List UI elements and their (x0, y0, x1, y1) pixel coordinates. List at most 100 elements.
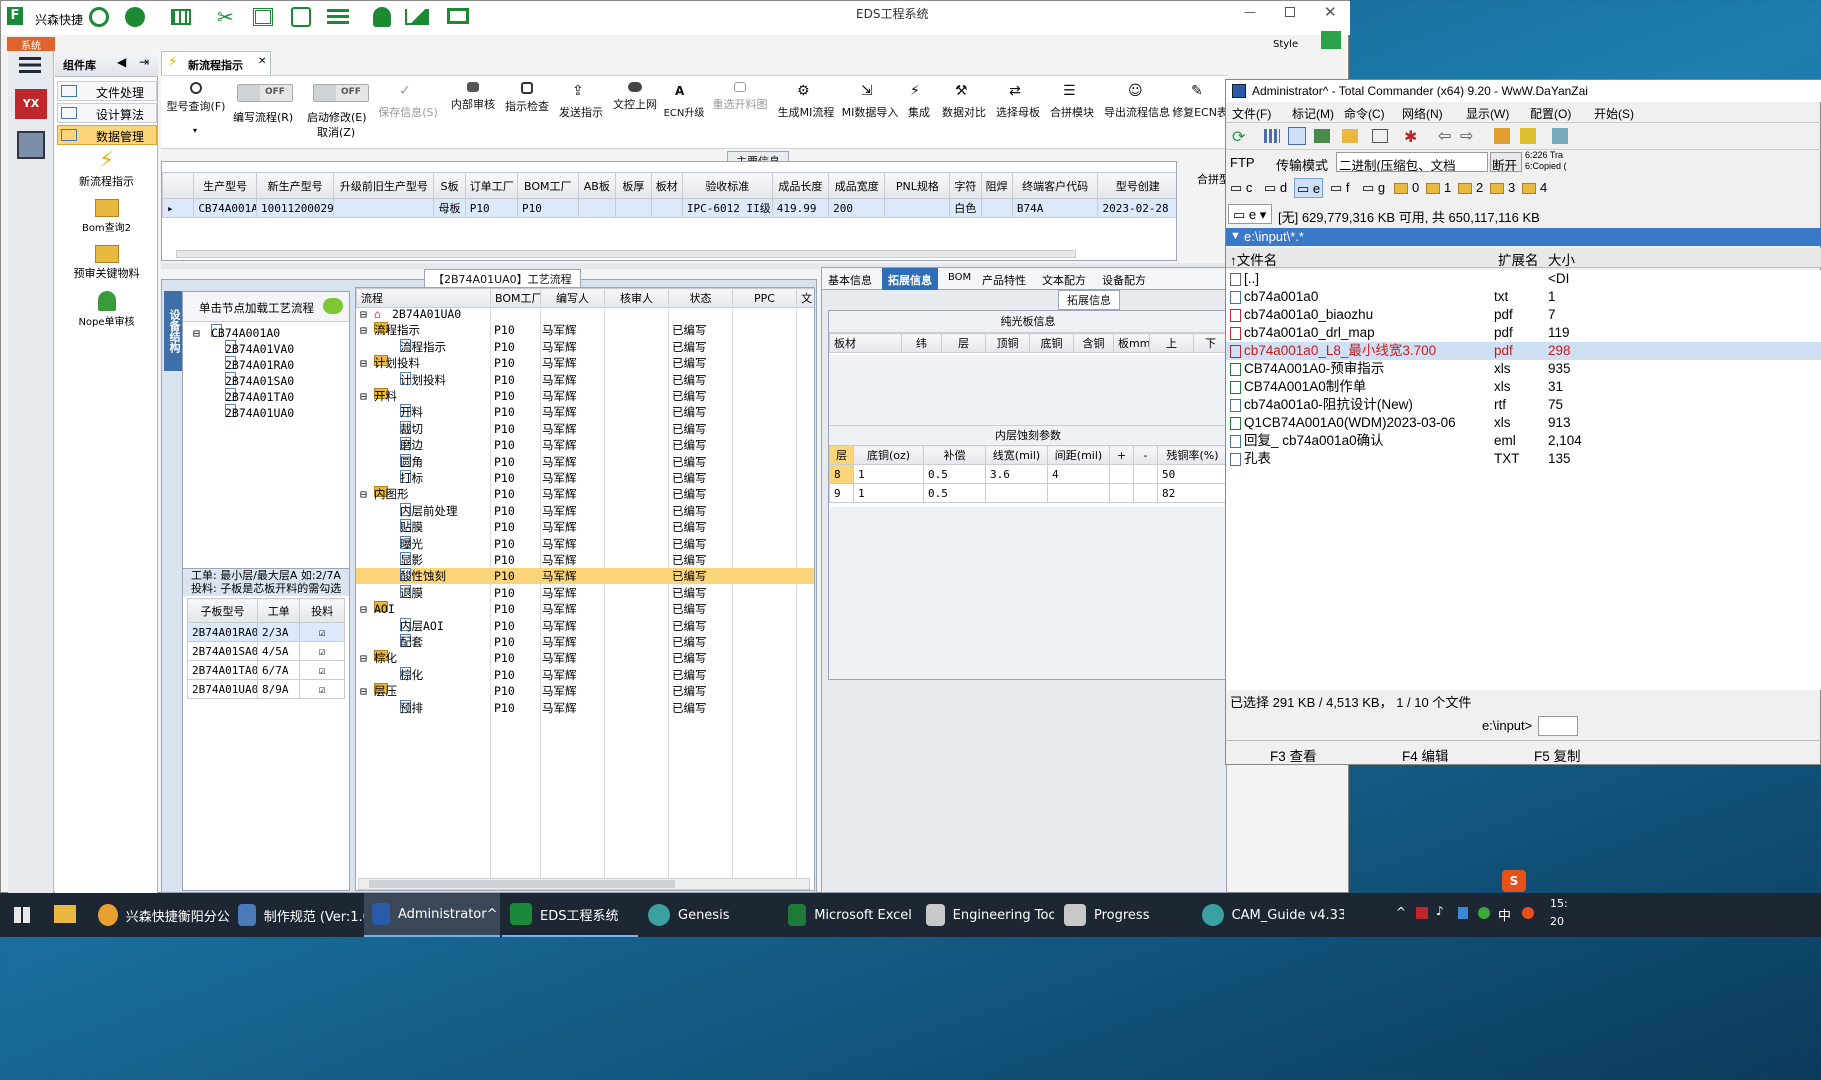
flow-step[interactable]: 流程指示 P10 马军辉 已编写 (356, 338, 814, 355)
select-mother-board-button[interactable]: ⇄ 选择母板 (991, 80, 1045, 120)
file-row[interactable]: cb74a001a0_drl_map pdf 119 (1226, 324, 1821, 342)
menu-view[interactable]: 显示(W) (1466, 105, 1509, 122)
list-icon[interactable] (327, 9, 349, 25)
drive-1[interactable]: 1 (1426, 180, 1451, 195)
parent-dir-row[interactable]: [..] <DI (1226, 270, 1821, 288)
generate-mi-button[interactable]: ⚙ 生成MI流程 (773, 80, 839, 120)
flow-step[interactable]: 贴膜 P10 马军辉 已编写 (356, 519, 814, 535)
menu-file[interactable]: 文件(F) (1232, 105, 1271, 122)
file-row[interactable]: Q1CB74A001A0(WDM)2023-03-06 xls 913 (1226, 414, 1821, 432)
app-nope-review[interactable]: Nope单审核 (55, 289, 158, 329)
drive-f[interactable]: ▭ f (1330, 180, 1350, 196)
f5-copy-button[interactable]: F5 复制 (1534, 745, 1581, 765)
file-row[interactable]: cb74a001a0 txt 1 (1226, 288, 1821, 306)
drive-4[interactable]: 4 (1522, 180, 1547, 195)
file-row[interactable]: 孔表 TXT 135 (1226, 450, 1821, 468)
cmdline-input[interactable] (1538, 716, 1578, 736)
side-menu-item[interactable]: 设计算法 (57, 103, 157, 123)
taskbar-item[interactable]: 制作规范 (Ver:1.0.6) (230, 893, 364, 937)
tree-node-selected[interactable]: 2B74A01UA0 (193, 404, 343, 423)
data-compare-button[interactable]: ⚒ 数据对比 (937, 80, 991, 120)
flow-group[interactable]: ⊟ 棕化 P10 马军辉 已编写 (356, 650, 814, 666)
drive-0[interactable]: 0 (1394, 180, 1419, 195)
lister-icon[interactable] (1552, 128, 1568, 144)
f3-view-button[interactable]: F3 查看 (1270, 745, 1317, 765)
flow-step[interactable]: 圆角 P10 马军辉 已编写 (356, 453, 814, 470)
taskbar-item[interactable]: Engineering Tool... (918, 893, 1054, 937)
flow-horizontal-scrollbar[interactable] (358, 878, 810, 890)
app-bom-query[interactable]: Bom查询2 (55, 197, 158, 237)
copy-icon[interactable] (291, 7, 311, 27)
brief-view-icon[interactable] (1264, 129, 1280, 143)
film-icon[interactable] (253, 8, 273, 26)
menu-icon[interactable] (19, 57, 41, 73)
feed-checkbox[interactable]: ☑ (299, 660, 345, 680)
flow-root[interactable]: ⊟ ⌂ 2B74A01UA0 (356, 306, 814, 322)
drive-select[interactable]: ▭ e ▾ (1228, 204, 1272, 224)
write-flow-toggle[interactable]: OFF (237, 84, 293, 102)
tray-sogou-icon[interactable] (1522, 907, 1534, 919)
drive-g[interactable]: ▭ g (1362, 180, 1385, 196)
tab-bom[interactable]: BOM (948, 272, 971, 283)
start-modify-toggle[interactable]: OFF (313, 84, 369, 102)
clock-date[interactable]: 20 (1550, 915, 1564, 928)
thumbnail-icon[interactable] (1314, 129, 1330, 143)
file-row[interactable]: cb74a001a0_biaozhu pdf 7 (1226, 306, 1821, 324)
menu-network[interactable]: 网络(N) (1402, 105, 1443, 122)
close-tab-icon[interactable]: ✕ (258, 56, 266, 67)
table-row[interactable]: 8 1 0.5 3.6 4 50 (829, 464, 1228, 484)
taskbar-item[interactable]: CAM_Guide v4.33 (1194, 893, 1344, 937)
app-new-flow[interactable]: ⚡ 新流程指示 (55, 147, 158, 191)
minimize-icon[interactable]: — (1244, 5, 1256, 19)
drive-e[interactable]: ▭ e (1294, 178, 1324, 198)
tab-product-features[interactable]: 产品特性 (982, 272, 1026, 288)
chat-bubble-icon[interactable] (323, 298, 343, 314)
menu-command[interactable]: 命令(C) (1344, 105, 1385, 122)
merge-module-button[interactable]: ☰ 合拼模块 (1045, 80, 1099, 120)
table-row[interactable]: 9 1 0.5 82 (829, 483, 1228, 503)
table-row[interactable]: 2B74A01UA0 8/9A ☑ (187, 679, 345, 699)
transfer-mode-select[interactable]: 二进制(压缩包、文档 (1336, 152, 1488, 172)
user-icon[interactable] (373, 7, 391, 27)
refresh-icon[interactable]: ⟳ (1232, 127, 1245, 147)
model-query-button[interactable]: 型号查询(F) (165, 80, 227, 114)
scissors-icon[interactable]: ✂ (217, 5, 234, 29)
drive-3[interactable]: 3 (1490, 180, 1515, 195)
taskbar-item-active[interactable]: Administrator^ - ... (364, 893, 500, 937)
doc-upload-button[interactable]: 文控上网 (607, 80, 663, 112)
compare-dirs-icon[interactable] (1372, 129, 1388, 143)
menu-start[interactable]: 开始(S) (1594, 105, 1634, 122)
feed-checkbox[interactable]: ☑ (299, 641, 345, 661)
flow-group[interactable]: ⊟ 层压 P10 马军辉 已编写 (356, 683, 814, 699)
horizontal-scrollbar[interactable] (176, 250, 1076, 258)
search-icon[interactable] (89, 7, 109, 27)
close-icon[interactable]: ✕ (1324, 3, 1337, 21)
disconnect-button[interactable]: 断开 (1490, 152, 1522, 172)
tray-green-icon[interactable] (1478, 907, 1490, 919)
ecn-upgrade-button[interactable]: A ECN升级 (659, 80, 709, 119)
path-expand-icon[interactable]: ▼ (1230, 230, 1241, 242)
unpack-icon[interactable] (1520, 128, 1536, 144)
ime-indicator[interactable]: 中 (1498, 905, 1511, 924)
flow-group[interactable]: ⊟ 开料 P10 马军辉 已编写 (356, 388, 814, 404)
flow-group[interactable]: ⊟ 流程指示 P10 马军辉 已编写 (356, 322, 814, 338)
system-tab[interactable]: 系统 (7, 37, 55, 52)
tree-view-icon[interactable] (1342, 129, 1358, 143)
app-prereview-material[interactable]: 预审关键物料 (55, 243, 158, 285)
pack-icon[interactable]: ✱ (1404, 127, 1417, 147)
flow-step[interactable]: 磨边 P10 马军辉 已编写 (356, 437, 814, 453)
f4-edit-button[interactable]: F4 编辑 (1402, 745, 1449, 765)
globe-icon[interactable] (125, 7, 145, 27)
pin-icon[interactable]: ⇥ (139, 55, 149, 69)
col-name-header[interactable]: ↑文件名 (1230, 249, 1277, 269)
monitor-icon[interactable] (447, 8, 469, 24)
file-row[interactable]: cb74a001a0-阻抗设计(New) rtf 75 (1226, 396, 1821, 414)
taskbar-item[interactable]: Genesis (640, 893, 776, 937)
flow-step[interactable]: 退膜 P10 马军辉 已编写 (356, 584, 814, 601)
flow-step[interactable]: 配套 P10 马军辉 已编写 (356, 634, 814, 650)
send-instruction-button[interactable]: ⇪ 发送指示 (553, 80, 609, 120)
detail-view-icon[interactable] (1288, 127, 1306, 145)
flow-group[interactable]: ⊟ AOI P10 马军辉 已编写 (356, 601, 814, 617)
volume-icon[interactable]: ♪ (1436, 904, 1444, 918)
mi-import-button[interactable]: ⇲ MI数据导入 (839, 80, 901, 120)
